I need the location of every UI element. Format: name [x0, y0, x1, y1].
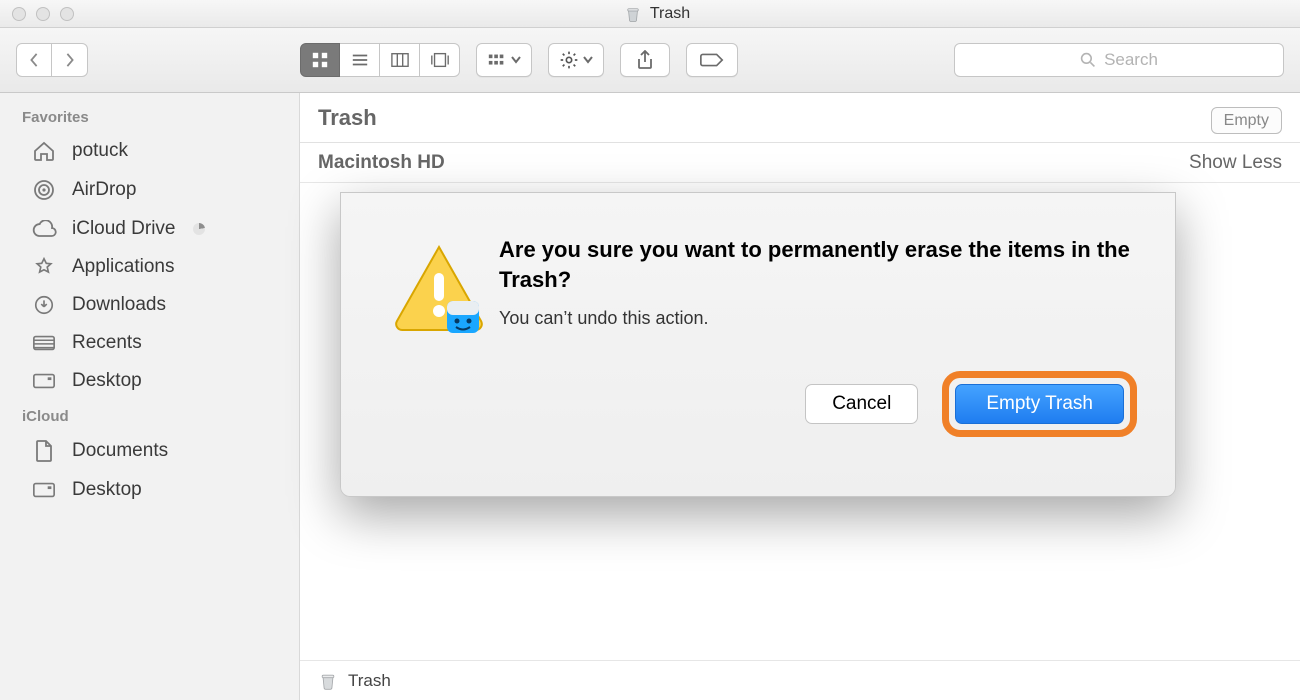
- path-footer-label: Trash: [348, 671, 391, 691]
- sidebar-item-label: Downloads: [72, 294, 166, 316]
- sidebar-item-desktop-icloud[interactable]: Desktop: [0, 471, 299, 509]
- tag-icon: [699, 51, 725, 69]
- sidebar-section-icloud: iCloud: [0, 400, 299, 431]
- empty-trash-confirm-button[interactable]: Empty Trash: [955, 384, 1124, 424]
- sidebar-item-label: Desktop: [72, 479, 142, 501]
- zoom-window[interactable]: [60, 7, 74, 21]
- dialog-icon: [379, 235, 499, 468]
- location-title: Trash: [318, 105, 377, 131]
- sync-badge-icon: [193, 223, 205, 235]
- finder-window: Trash: [0, 0, 1300, 700]
- sidebar-item-airdrop[interactable]: AirDrop: [0, 170, 299, 210]
- sidebar-item-label: potuck: [72, 140, 128, 162]
- chevron-down-icon: [583, 56, 593, 64]
- window-title: Trash: [74, 5, 1240, 23]
- documents-icon: [30, 439, 58, 463]
- sidebar-item-icloud-drive[interactable]: iCloud Drive: [0, 210, 299, 248]
- search-icon: [1080, 52, 1096, 68]
- minimize-window[interactable]: [36, 7, 50, 21]
- forward-button[interactable]: [52, 43, 88, 77]
- action-menu[interactable]: [548, 43, 604, 77]
- annotation-highlight: Empty Trash: [942, 371, 1137, 437]
- gear-icon: [559, 50, 579, 70]
- dialog-heading: Are you sure you want to permanently era…: [499, 235, 1137, 294]
- group-by-dropdown[interactable]: [476, 43, 532, 77]
- view-columns[interactable]: [380, 43, 420, 77]
- sidebar-item-documents[interactable]: Documents: [0, 431, 299, 471]
- sidebar-item-desktop[interactable]: Desktop: [0, 362, 299, 400]
- desktop-icon: [30, 372, 58, 390]
- tags-button[interactable]: [686, 43, 738, 77]
- share-icon: [636, 50, 654, 70]
- back-button[interactable]: [16, 43, 52, 77]
- window-controls: [12, 7, 74, 21]
- cancel-button[interactable]: Cancel: [805, 384, 918, 424]
- toolbar: Search: [0, 28, 1300, 93]
- search-field[interactable]: Search: [954, 43, 1284, 77]
- sidebar-item-label: AirDrop: [72, 179, 136, 201]
- applications-icon: [30, 256, 58, 278]
- dialog-body: You can’t undo this action.: [499, 308, 1137, 329]
- group-title: Macintosh HD: [318, 152, 445, 174]
- location-bar: Trash Empty: [300, 93, 1300, 143]
- sidebar-item-label: iCloud Drive: [72, 218, 175, 240]
- nav-buttons: [16, 43, 88, 77]
- airdrop-icon: [30, 178, 58, 202]
- share-button[interactable]: [620, 43, 670, 77]
- sidebar-item-label: Documents: [72, 440, 168, 462]
- desktop-icon: [30, 481, 58, 499]
- warning-icon: [389, 239, 489, 339]
- titlebar: Trash: [0, 0, 1300, 28]
- sidebar-item-label: Applications: [72, 256, 174, 278]
- sidebar-item-label: Recents: [72, 332, 142, 354]
- empty-trash-button[interactable]: Empty: [1211, 107, 1282, 134]
- sidebar-item-label: Desktop: [72, 370, 142, 392]
- view-gallery[interactable]: [420, 43, 460, 77]
- view-icons[interactable]: [300, 43, 340, 77]
- sidebar-item-downloads[interactable]: Downloads: [0, 286, 299, 324]
- view-mode-segment: [300, 43, 460, 77]
- search-placeholder: Search: [1104, 50, 1158, 70]
- group-toggle[interactable]: Show Less: [1189, 152, 1282, 174]
- sidebar-item-recents[interactable]: Recents: [0, 324, 299, 362]
- cloud-icon: [30, 220, 58, 238]
- trash-icon: [624, 5, 642, 23]
- view-list[interactable]: [340, 43, 380, 77]
- downloads-icon: [30, 294, 58, 316]
- sidebar-item-applications[interactable]: Applications: [0, 248, 299, 286]
- home-icon: [30, 140, 58, 162]
- group-header: Macintosh HD Show Less: [300, 143, 1300, 183]
- confirm-dialog: Are you sure you want to permanently era…: [340, 192, 1176, 497]
- chevron-down-icon: [511, 56, 521, 64]
- recents-icon: [30, 334, 58, 352]
- window-title-text: Trash: [650, 5, 690, 23]
- path-footer: Trash: [300, 660, 1300, 700]
- sidebar-item-potuck[interactable]: potuck: [0, 132, 299, 170]
- close-window[interactable]: [12, 7, 26, 21]
- trash-icon: [318, 671, 338, 691]
- sidebar: Favorites potuck AirDrop iCloud Drive Ap…: [0, 93, 300, 700]
- sidebar-section-favorites: Favorites: [0, 101, 299, 132]
